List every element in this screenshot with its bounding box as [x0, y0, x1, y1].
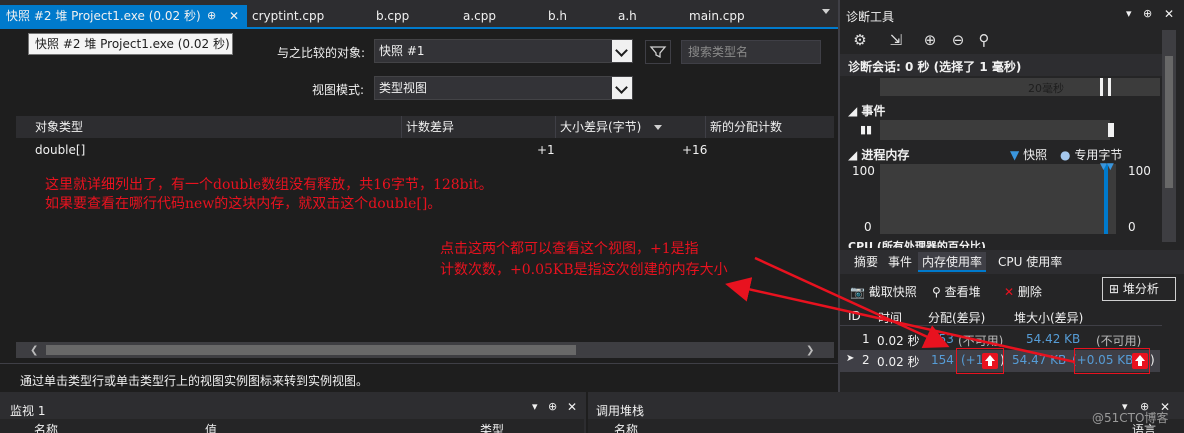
annotation-arrows: [725, 256, 1076, 364]
annotation-arrow: [754, 256, 950, 349]
annotation-arrow: [725, 277, 1076, 364]
